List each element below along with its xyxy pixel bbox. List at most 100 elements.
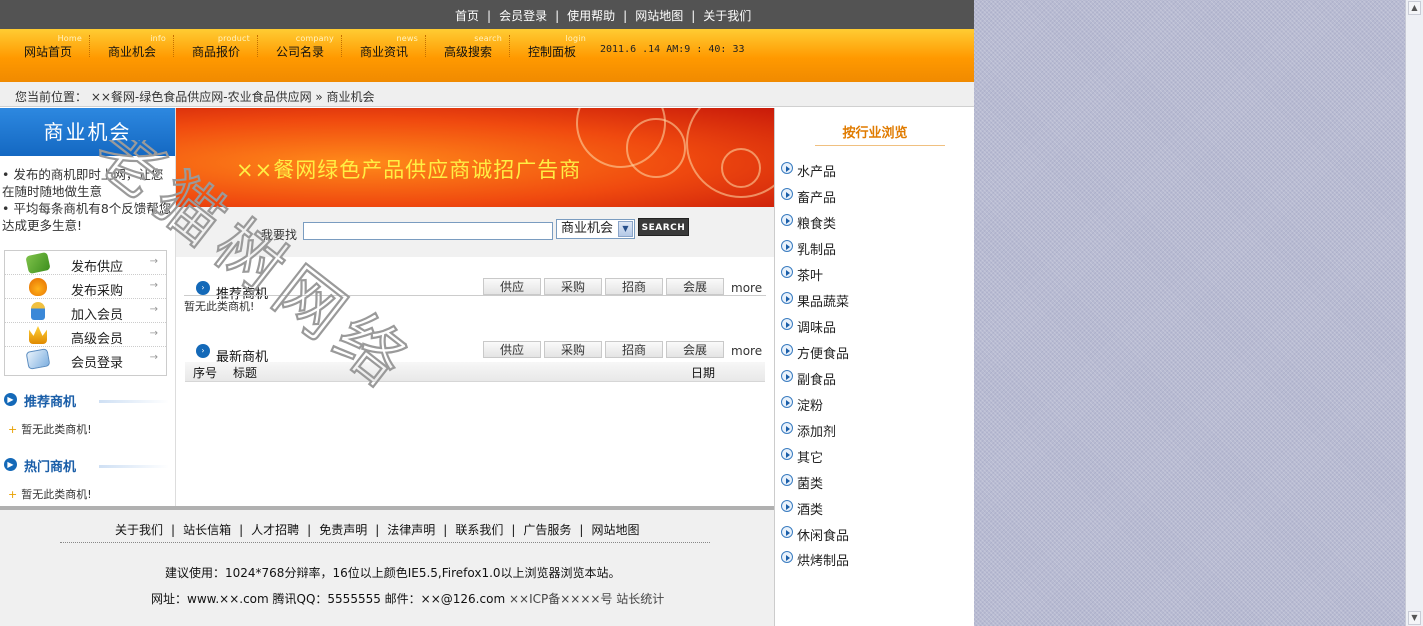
top-link-home[interactable]: 首页 [455, 9, 479, 23]
top-link-about[interactable]: 关于我们 [703, 9, 751, 23]
footer-link-sitemap[interactable]: 网站地图 [591, 523, 639, 537]
top-link-member-login[interactable]: 会员登录 [499, 9, 547, 23]
plus-icon: + [8, 423, 18, 436]
nav-label: 高级搜索 [443, 45, 492, 59]
footer-links: 关于我们 | 站长信箱 | 人才招聘 | 免责声明 | 法律声明 | 联系我们 | 广告服务 | 网站地图 [115, 521, 639, 538]
contact-info: 网址：www.××.com 腾讯QQ：5555555 邮件：××@126.com… [151, 590, 664, 607]
arrow-bullet-icon [781, 551, 793, 563]
section-bullet-icon: ▶ [4, 393, 17, 406]
recommended-section-title: ▶ 推荐商机 [4, 390, 169, 410]
search-input[interactable] [303, 222, 553, 240]
separator: | [171, 523, 176, 537]
nav-label: 网站首页 [23, 45, 72, 59]
top-links: 首页 | 会员登录 | 使用帮助 | 网站地图 | 关于我们 [455, 7, 751, 24]
separator: | [579, 523, 584, 537]
money-icon [25, 251, 51, 275]
menu-item-member-login[interactable]: 会员登录 → [5, 347, 166, 371]
arrow-bullet-icon [781, 500, 793, 512]
industry-item-label: 畜产品 [797, 191, 837, 206]
tab-exhibition[interactable]: 会展 [666, 341, 724, 358]
menu-item-publish-supply[interactable]: 发布供应 → [5, 251, 166, 275]
arrow-bullet-icon [781, 214, 793, 226]
separator: | [691, 9, 696, 23]
hot-section-title: ▶ 热门商机 [4, 455, 169, 475]
tab-purchase[interactable]: 采购 [544, 341, 602, 358]
bag-icon [29, 278, 47, 296]
nav-item-product[interactable]: product 商品报价 [174, 29, 258, 82]
industry-item-label: 淀粉 [797, 399, 824, 414]
top-link-help[interactable]: 使用帮助 [567, 9, 615, 23]
menu-item-label: 发布采购 [71, 284, 124, 299]
arrow-bullet-icon [781, 474, 793, 486]
search-category-select[interactable]: 商业机会 ▼ [556, 219, 635, 239]
footer-link-legal[interactable]: 法律声明 [387, 523, 435, 537]
arrow-bullet-icon [781, 162, 793, 174]
tip-line: • 发布的商机即时上网，让您在随时随地做生意 [2, 167, 164, 199]
scroll-down-icon[interactable]: ▼ [1408, 611, 1421, 625]
search-button[interactable]: SEARCH [638, 218, 689, 236]
nav-item-home[interactable]: Home 网站首页 [6, 29, 90, 82]
nav-en-label: info [150, 34, 166, 43]
menu-item-premium-member[interactable]: 高级会员 → [5, 323, 166, 347]
swirl-decoration [721, 148, 761, 188]
nav-en-label: product [217, 34, 250, 43]
industry-item-label: 粮食类 [797, 217, 837, 232]
industry-item-label: 茶叶 [797, 269, 824, 284]
arrow-bullet-icon [781, 292, 793, 304]
menu-item-join-member[interactable]: 加入会员 → [5, 299, 166, 323]
menu-item-label: 发布供应 [71, 260, 124, 275]
tab-investment[interactable]: 招商 [605, 278, 663, 295]
tab-supply[interactable]: 供应 [483, 278, 541, 295]
empty-text: 暂无此类商机! [21, 423, 92, 436]
tab-purchase[interactable]: 采购 [544, 278, 602, 295]
footer-link-about[interactable]: 关于我们 [115, 523, 163, 537]
menu-item-label: 高级会员 [71, 332, 124, 347]
more-link[interactable]: more [731, 281, 762, 295]
arrow-bullet-icon [781, 344, 793, 356]
industry-item-label: 乳制品 [797, 243, 837, 258]
nav-item-control-panel[interactable]: login 控制面板 [510, 29, 594, 82]
nav-item-search[interactable]: search 高级搜索 [426, 29, 510, 82]
person-icon [31, 302, 45, 320]
nav-en-label: login [565, 34, 586, 43]
nav-en-label: company [295, 34, 334, 43]
footer-link-disclaimer[interactable]: 免责声明 [319, 523, 367, 537]
section-bullet-icon: ▶ [4, 458, 17, 471]
left-action-menu: 发布供应 → 发布采购 → 加入会员 → 高级会员 → 会员登录 → [4, 250, 167, 376]
tab-supply[interactable]: 供应 [483, 341, 541, 358]
footer-link-ads[interactable]: 广告服务 [523, 523, 571, 537]
breadcrumb: 您当前位置： ××餐网-绿色食品供应网-农业食品供应网 » 商业机会 [0, 82, 974, 107]
empty-text: 暂无此类商机! [21, 488, 92, 501]
tab-exhibition[interactable]: 会展 [666, 278, 724, 295]
industry-item-label: 添加剂 [797, 425, 837, 440]
more-link[interactable]: more [731, 344, 762, 358]
industry-item-label: 菌类 [797, 477, 824, 492]
menu-item-label: 加入会员 [71, 308, 124, 323]
column-header-index: 序号 [193, 366, 218, 380]
left-tips: • 发布的商机即时上网，让您在随时随地做生意 • 平均每条商机有8个反馈帮您达成… [2, 166, 172, 234]
arrow-bullet-icon [781, 188, 793, 200]
footer-link-jobs[interactable]: 人才招聘 [251, 523, 299, 537]
industry-item-label: 方便食品 [797, 347, 850, 362]
footer-link-mailbox[interactable]: 站长信箱 [183, 523, 231, 537]
industry-item-label: 副食品 [797, 373, 837, 388]
top-link-sitemap[interactable]: 网站地图 [635, 9, 683, 23]
nav-item-company[interactable]: company 公司名录 [258, 29, 342, 82]
section-title: 热门商机 [24, 460, 77, 475]
tab-investment[interactable]: 招商 [605, 341, 663, 358]
nav-item-info[interactable]: info 商业机会 [90, 29, 174, 82]
industry-item-label: 水产品 [797, 165, 837, 180]
arrow-bullet-icon [781, 396, 793, 408]
vertical-scrollbar[interactable]: ▲ ▼ [1405, 0, 1423, 626]
menu-item-publish-purchase[interactable]: 发布采购 → [5, 275, 166, 299]
industry-item-label: 果品蔬菜 [797, 295, 850, 310]
chevron-down-icon[interactable]: ▼ [618, 221, 633, 237]
footer-link-contact[interactable]: 联系我们 [455, 523, 503, 537]
scroll-up-icon[interactable]: ▲ [1408, 1, 1421, 15]
icp-stats-link[interactable]: ××ICP备××××号 站长统计 [509, 592, 664, 606]
separator: | [375, 523, 380, 537]
arrow-right-icon: → [149, 328, 158, 339]
column-header-title: 标题 [233, 366, 258, 380]
nav-item-news[interactable]: news 商业资讯 [342, 29, 426, 82]
ad-banner[interactable]: ××餐网绿色产品供应商诚招广告商 [176, 108, 775, 207]
